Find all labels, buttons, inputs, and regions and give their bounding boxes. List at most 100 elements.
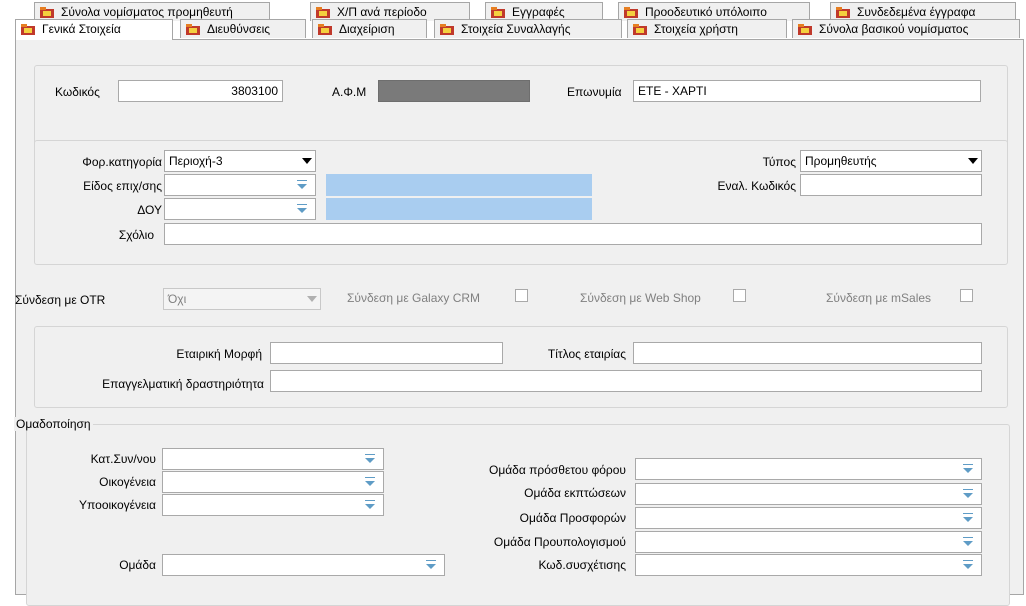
otr-value: Όχι xyxy=(168,292,187,306)
budget-group-label: Ομάδα Προυπολογισμού xyxy=(493,535,626,549)
doy-description xyxy=(326,198,592,220)
budget-group-select[interactable] xyxy=(635,531,982,553)
header-group xyxy=(34,65,1008,150)
offers-group-select[interactable] xyxy=(635,507,982,529)
doy-label: ΔΟΥ xyxy=(137,203,162,217)
tab-management[interactable]: Διαχείριση xyxy=(312,19,427,38)
name-label: Επωνυμία xyxy=(567,85,622,99)
chevron-down-icon[interactable] xyxy=(297,180,307,189)
tab-label: Διευθύνσεις xyxy=(207,22,271,36)
chevron-down-icon[interactable] xyxy=(365,454,375,463)
name-field[interactable]: ΕΤΕ - ΧΑΡΤΙ xyxy=(633,80,981,102)
folder-icon xyxy=(797,22,813,36)
folder-icon xyxy=(623,5,639,19)
code-label: Κωδικός xyxy=(55,85,100,99)
alt-code-field[interactable] xyxy=(800,174,982,196)
alt-code-label: Εναλ. Κωδικός xyxy=(717,179,797,193)
company-form-field[interactable] xyxy=(270,342,503,364)
tab-label: Σύνολα βασικού νομίσματος xyxy=(819,22,969,36)
folder-icon xyxy=(439,22,455,36)
otr-select[interactable]: Όχι xyxy=(163,288,321,310)
comment-label: Σχόλιο xyxy=(118,228,154,242)
chevron-down-icon[interactable] xyxy=(963,513,973,522)
tab-label: Εγγραφές xyxy=(512,5,565,19)
tab-base-currency-totals[interactable]: Σύνολα βασικού νομίσματος xyxy=(792,19,1020,38)
chevron-down-icon[interactable] xyxy=(297,204,307,213)
group-select[interactable] xyxy=(162,554,445,576)
tab-label: Σύνολα νομίσματος προμηθευτή xyxy=(61,5,233,19)
afm-label: Α.Φ.Μ xyxy=(332,85,367,99)
crm-label: Σύνδεση με Galaxy CRM xyxy=(347,291,481,305)
webshop-label: Σύνδεση με Web Shop xyxy=(580,291,701,305)
folder-icon xyxy=(835,5,851,19)
tab-label: Διαχείριση xyxy=(339,22,395,36)
type-label: Τύπος xyxy=(762,155,796,169)
tax-category-value: Περιοχή-3 xyxy=(169,154,223,168)
subfamily-label: Υποοικογένεια xyxy=(79,498,156,512)
extra-tax-group-select[interactable] xyxy=(635,458,982,480)
tax-category-label: Φορ.κατηγορία xyxy=(82,155,162,169)
discount-group-select[interactable] xyxy=(635,483,982,505)
general-info-panel: Κωδικός 3803100 Α.Φ.Μ Επωνυμία ΕΤΕ - ΧΑΡ… xyxy=(14,39,1024,606)
tab-general-info[interactable]: Γενικά Στοιχεία xyxy=(15,19,173,40)
folder-icon xyxy=(185,22,201,36)
type-select[interactable]: Προμηθευτής xyxy=(800,150,982,172)
relation-code-label: Κωδ.συσχέτισης xyxy=(538,558,626,572)
family-label: Οικογένεια xyxy=(99,475,156,489)
doy-select[interactable] xyxy=(164,198,316,220)
tab-addresses[interactable]: Διευθύνσεις xyxy=(180,19,306,38)
business-type-select[interactable] xyxy=(164,174,316,196)
folder-icon xyxy=(315,5,331,19)
chevron-down-icon[interactable] xyxy=(302,158,312,164)
msales-label: Σύνδεση με mSales xyxy=(826,291,932,305)
comment-field[interactable] xyxy=(164,223,982,245)
crm-checkbox[interactable] xyxy=(515,289,528,302)
company-title-field[interactable] xyxy=(633,342,982,364)
tab-label: Χ/Π ανά περίοδο xyxy=(337,5,427,19)
business-type-description xyxy=(326,174,592,196)
offers-group-label: Ομάδα Προσφορών xyxy=(519,511,626,525)
tab-label: Στοιχεία Συναλλαγής xyxy=(461,22,571,36)
type-value: Προμηθευτής xyxy=(805,154,877,168)
subfamily-select[interactable] xyxy=(162,494,384,516)
grouping-legend: Ομαδοποίηση xyxy=(14,417,93,431)
business-type-label: Είδος επιχ/σης xyxy=(83,179,162,193)
activity-label: Επαγγελματική δραστηριότητα xyxy=(102,377,264,391)
afm-field[interactable] xyxy=(378,80,530,102)
chevron-down-icon[interactable] xyxy=(365,500,375,509)
chevron-down-icon[interactable] xyxy=(968,158,978,164)
folder-icon xyxy=(632,22,648,36)
chevron-down-icon[interactable] xyxy=(963,464,973,473)
extra-tax-group-label: Ομάδα πρόσθετου φόρου xyxy=(488,463,626,477)
chevron-down-icon[interactable] xyxy=(307,296,317,302)
relation-code-select[interactable] xyxy=(635,554,982,576)
discount-group-label: Ομάδα εκπτώσεων xyxy=(524,486,626,500)
tax-category-select[interactable]: Περιοχή-3 xyxy=(164,150,316,172)
company-group xyxy=(34,326,1008,408)
chevron-down-icon[interactable] xyxy=(963,560,973,569)
tab-label: Προοδευτικό υπόλοιπο xyxy=(645,5,767,19)
tab-label: Γενικά Στοιχεία xyxy=(42,22,121,36)
customer-category-select[interactable] xyxy=(162,448,384,470)
folder-icon xyxy=(490,5,506,19)
family-select[interactable] xyxy=(162,471,384,493)
company-form-label: Εταιρική Μορφή xyxy=(176,347,262,361)
folder-icon xyxy=(20,22,36,36)
activity-field[interactable] xyxy=(270,370,982,392)
code-field[interactable]: 3803100 xyxy=(118,80,283,102)
group-label: Ομάδα xyxy=(119,558,156,572)
folder-icon xyxy=(39,5,55,19)
msales-checkbox[interactable] xyxy=(960,289,973,302)
tab-label: Στοιχεία χρήστη xyxy=(654,22,738,36)
customer-category-label: Κατ.Συν/νου xyxy=(90,452,156,466)
folder-icon xyxy=(317,22,333,36)
chevron-down-icon[interactable] xyxy=(365,477,375,486)
tab-transaction-info[interactable]: Στοιχεία Συναλλαγής xyxy=(434,19,622,38)
company-title-label: Τίτλος εταιρίας xyxy=(547,347,626,361)
otr-label: Σύνδεση με OTR xyxy=(15,293,106,307)
chevron-down-icon[interactable] xyxy=(963,537,973,546)
webshop-checkbox[interactable] xyxy=(733,289,746,302)
tab-label: Συνδεδεμένα έγγραφα xyxy=(857,5,976,19)
tab-user-info[interactable]: Στοιχεία χρήστη xyxy=(627,19,787,38)
chevron-down-icon[interactable] xyxy=(963,489,973,498)
